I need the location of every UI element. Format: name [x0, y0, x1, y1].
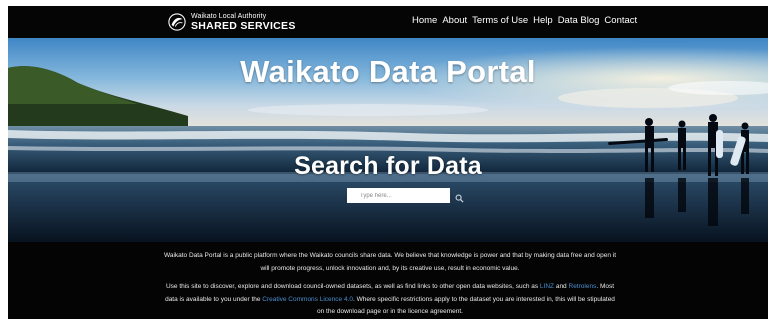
usage-text-2: and	[555, 283, 567, 290]
page-title: Waikato Data Portal	[240, 54, 536, 89]
nav-data-blog[interactable]: Data Blog	[558, 15, 600, 26]
shared-services-logo[interactable]: Waikato Local Authority SHARED SERVICES	[168, 11, 296, 33]
nav-about[interactable]: About	[442, 15, 467, 26]
search-input[interactable]	[347, 188, 450, 203]
description-section: Waikato Data Portal is a public platform…	[8, 242, 768, 319]
linz-link[interactable]: LINZ	[540, 283, 554, 290]
usage-text-1: Use this site to discover, explore and d…	[165, 283, 539, 290]
hero-banner: Waikato Data Portal Search for Data	[8, 38, 768, 242]
search-heading: Search for Data	[294, 152, 482, 180]
usage-paragraph: Use this site to discover, explore and d…	[163, 281, 617, 319]
logo-title: SHARED SERVICES	[191, 19, 296, 32]
page-frame: Waikato Local Authority SHARED SERVICES …	[8, 6, 768, 319]
logo-subtitle: Waikato Local Authority	[191, 12, 267, 20]
intro-paragraph: Waikato Data Portal is a public platform…	[163, 252, 617, 272]
logo-text: Waikato Local Authority SHARED SERVICES	[191, 13, 296, 32]
nav-home[interactable]: Home	[412, 15, 437, 26]
usage-text-4: . Where specific restrictions apply to t…	[317, 295, 615, 316]
nav-help[interactable]: Help	[533, 15, 553, 26]
nav-terms-of-use[interactable]: Terms of Use	[472, 15, 528, 26]
top-navbar: Waikato Local Authority SHARED SERVICES …	[8, 6, 768, 38]
logo-emblem-icon	[168, 13, 186, 31]
nav-contact[interactable]: Contact	[604, 15, 637, 26]
creative-commons-link[interactable]: Creative Commons Licence 4.0	[262, 296, 353, 303]
retrolens-link[interactable]: Retrolens	[569, 283, 597, 290]
main-nav: Home About Terms of Use Help Data Blog C…	[412, 15, 642, 26]
search-icon[interactable]	[455, 194, 464, 203]
